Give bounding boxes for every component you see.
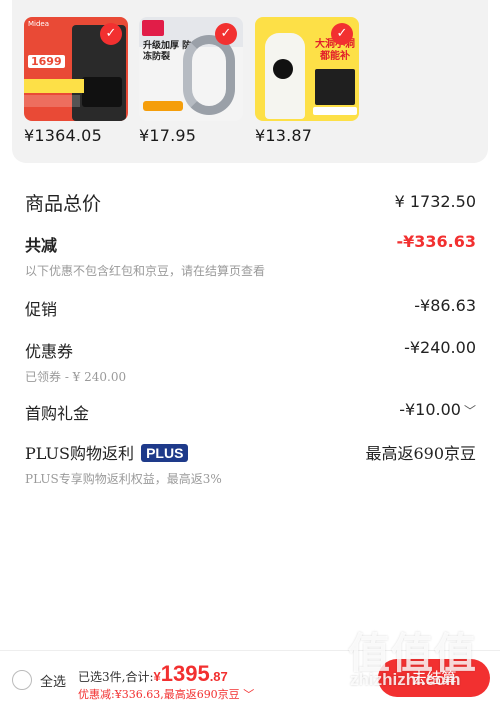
promotion-label: 促销	[25, 300, 58, 319]
total-discount-row: 共减 -¥336.63 以下优惠不包含红包和京豆，请在结算页查看	[25, 232, 476, 279]
selected-products-strip: Midea 1699 ✓ ¥1364.05 升级加厚 防冻防裂 ✓ ¥17.95…	[12, 0, 488, 163]
coupon-row[interactable]: 优惠券 -¥240.00 已领券 - ¥ 240.00	[25, 338, 476, 385]
promo-price-tag: 1699	[28, 55, 65, 68]
selected-check-icon[interactable]: ✓	[331, 23, 353, 45]
goods-total-value: ¥ 1732.50	[394, 192, 476, 211]
selected-count-text: 已选3件,合计:	[78, 670, 154, 684]
selected-check-icon[interactable]: ✓	[215, 23, 237, 45]
total-discount-note: 以下优惠不包含红包和京豆，请在结算页查看	[25, 264, 266, 278]
select-all-checkbox[interactable]	[12, 670, 32, 690]
product-card[interactable]: Midea 1699 ✓	[24, 17, 128, 121]
first-gift-value: -¥10.00	[399, 400, 461, 419]
product-card[interactable]: 升级加厚 防冻防裂 ✓	[139, 17, 243, 121]
first-gift-value-wrap[interactable]: -¥10.00 ﹀	[399, 400, 476, 419]
coupon-value: -¥240.00	[404, 338, 476, 357]
product-price: ¥17.95	[139, 126, 197, 145]
chevron-down-icon[interactable]: ﹀	[464, 404, 476, 418]
promotion-row: 促销 -¥86.63	[25, 296, 476, 320]
total-discount-value: -¥336.63	[396, 232, 476, 251]
selected-check-icon[interactable]: ✓	[100, 23, 122, 45]
first-purchase-gift-row[interactable]: 首购礼金 -¥10.00 ﹀	[25, 400, 476, 424]
total-line: 已选3件,合计:¥1395.87	[78, 661, 228, 687]
chevron-down-icon: ﹀	[243, 688, 255, 701]
plus-rebate-label: PLUS购物返利	[25, 444, 134, 463]
goods-total-label: 商品总价	[25, 193, 102, 215]
goods-total-row: 商品总价 ¥ 1732.50	[25, 189, 476, 216]
plus-rebate-row: PLUS购物返利 PLUS 最高返690京豆 PLUS专享购物返利权益，最高返3…	[25, 440, 476, 487]
total-amount: ¥1395.87	[153, 661, 228, 686]
coupon-note: 已领券 - ¥ 240.00	[25, 370, 127, 384]
discount-detail-text: 优惠减:¥336.63,最高返690京豆	[78, 688, 240, 701]
product-price: ¥13.87	[255, 126, 313, 145]
coat-patch-product-image[interactable]: 大洞小洞 都能补 ✓	[255, 17, 359, 121]
product-card[interactable]: 大洞小洞 都能补 ✓	[255, 17, 359, 121]
checkout-button[interactable]: 去结算	[378, 659, 490, 697]
first-gift-label: 首购礼金	[25, 404, 90, 423]
drain-hose-product-image[interactable]: 升级加厚 防冻防裂 ✓	[139, 17, 243, 121]
plus-badge: PLUS	[141, 444, 189, 462]
select-all-label[interactable]: 全选	[40, 671, 66, 690]
promotion-value: -¥86.63	[414, 296, 476, 315]
plus-rebate-value: 最高返690京豆	[365, 444, 476, 463]
product-price: ¥1364.05	[24, 126, 102, 145]
discount-detail-link[interactable]: 优惠减:¥336.63,最高返690京豆 ﹀	[78, 686, 254, 701]
plus-rebate-note: PLUS专享购物返利权益，最高返3%	[25, 472, 222, 486]
water-heater-product-image[interactable]: Midea 1699 ✓	[24, 17, 128, 121]
brand-logo: Midea	[28, 20, 50, 28]
checkout-bar: 全选 已选3件,合计:¥1395.87 优惠减:¥336.63,最高返690京豆…	[0, 650, 500, 701]
